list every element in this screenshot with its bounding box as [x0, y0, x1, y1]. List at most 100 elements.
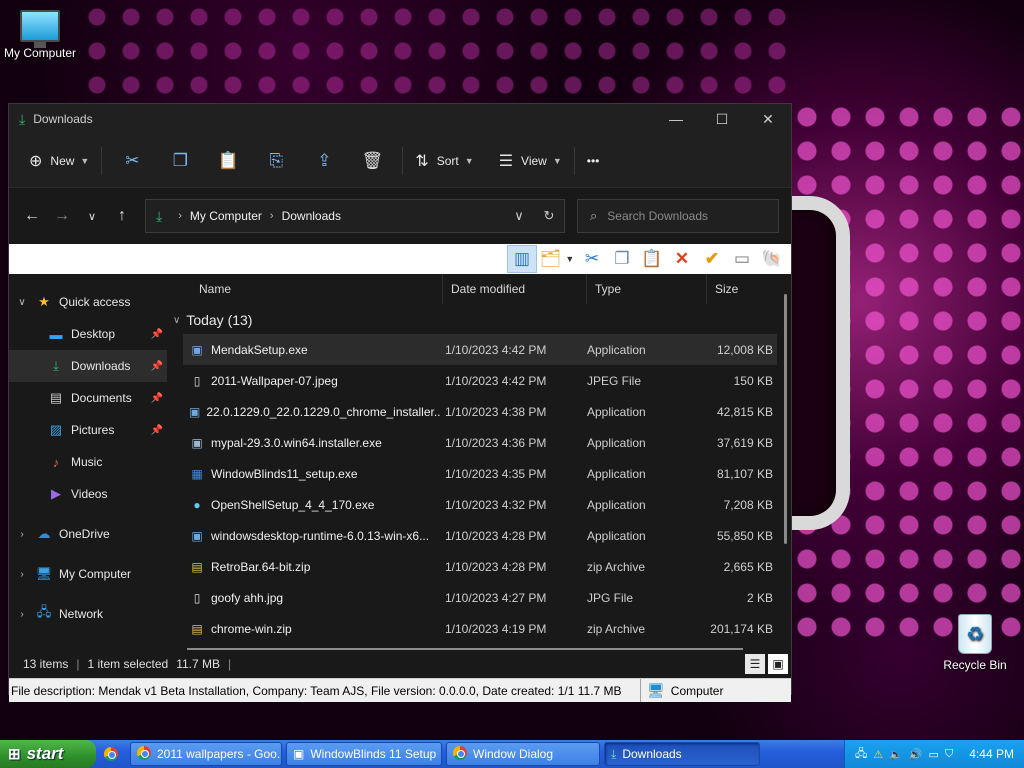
file-row[interactable]: ▤ chrome-win.zip 1/10/2023 4:19 PM zip Ar…	[183, 613, 777, 644]
paste-button[interactable]: 📋	[637, 245, 667, 273]
file-row[interactable]: ● OpenShellSetup_4_4_170.exe 1/10/2023 4:…	[183, 489, 777, 520]
file-row[interactable]: ▯ goofy ahh.jpg 1/10/2023 4:27 PM JPG Fil…	[183, 582, 777, 613]
monitor-icon[interactable]: ▭	[929, 748, 939, 761]
start-button[interactable]: ⊞ start	[0, 740, 96, 768]
shield-icon[interactable]: ⛉	[945, 748, 953, 761]
column-size[interactable]: Size	[707, 274, 783, 304]
nav-videos[interactable]: ▶ Videos	[9, 478, 167, 510]
chevron-right-icon[interactable]: ›	[9, 569, 35, 580]
pin-icon[interactable]: 📌	[151, 393, 163, 404]
share-button[interactable]: ⇪	[300, 144, 348, 178]
quick-launch-chrome[interactable]	[96, 740, 126, 768]
column-type[interactable]: Type	[587, 274, 707, 304]
minimize-button[interactable]: —	[653, 104, 699, 134]
navigation-pane-button[interactable]: ▥	[507, 245, 537, 273]
delete-button[interactable]: ✕	[667, 245, 697, 273]
more-options-button[interactable]: •••	[581, 144, 606, 178]
forward-button[interactable]: →	[47, 201, 77, 231]
copy-button[interactable]: ❐	[156, 144, 204, 178]
nav-music[interactable]: ♪ Music	[9, 446, 167, 478]
horizontal-scrollbar[interactable]	[187, 648, 743, 650]
column-name[interactable]: Name	[167, 274, 443, 304]
file-date: 1/10/2023 4:32 PM	[445, 497, 547, 512]
up-button[interactable]: ↑	[107, 201, 137, 231]
chrome-icon	[137, 745, 151, 760]
pin-icon[interactable]: 📌	[151, 425, 163, 436]
chevron-right-icon[interactable]: ›	[9, 609, 35, 620]
file-row[interactable]: ▤ RetroBar.64-bit.zip 1/10/2023 4:28 PM z…	[183, 551, 777, 582]
breadcrumb-my-computer[interactable]: My Computer	[190, 209, 262, 223]
desktop-icon-my-computer[interactable]: My Computer	[0, 10, 80, 60]
pin-icon[interactable]: 📌	[151, 361, 163, 372]
view-button[interactable]: ☰ View ▼	[493, 144, 568, 178]
title-bar[interactable]: ⤓ Downloads — ☐ ✕	[9, 104, 791, 134]
file-row[interactable]: ▣ MendakSetup.exe 1/10/2023 4:42 PM Appli…	[183, 334, 777, 365]
nav-onedrive[interactable]: › ☁ OneDrive	[9, 518, 167, 550]
nav-network[interactable]: › 🖧 Network	[9, 598, 167, 630]
nav-my-computer[interactable]: › 🖥 My Computer	[9, 558, 167, 590]
paste-button[interactable]: 📋	[204, 144, 252, 178]
folder-options-button[interactable]: 🗂 ▼	[537, 245, 577, 273]
taskbar-button-windowblinds-setup[interactable]: ▣ WindowBlinds 11 Setup	[286, 742, 442, 766]
file-row[interactable]: ▯ 2011-Wallpaper-07.jpeg 1/10/2023 4:42 P…	[183, 365, 777, 396]
clipboard-icon: 📋	[217, 150, 239, 170]
file-row[interactable]: ▦ WindowBlinds11_setup.exe 1/10/2023 4:35…	[183, 458, 777, 489]
nav-downloads[interactable]: ⤓ Downloads 📌	[9, 350, 167, 382]
warning-icon[interactable]: ⚠	[873, 748, 883, 761]
taskbar-button-chrome-wallpapers[interactable]: 2011 wallpapers - Goo...	[130, 742, 282, 766]
maximize-button[interactable]: ☐	[699, 104, 745, 134]
address-dropdown-button[interactable]: ∨	[504, 208, 534, 224]
search-box[interactable]: ⌕	[577, 199, 779, 233]
nav-documents[interactable]: ▤ Documents 📌	[9, 382, 167, 414]
rename-button[interactable]: ⎘	[252, 144, 300, 178]
file-row[interactable]: ▣ mypal-29.3.0.win64.installer.exe 1/10/2…	[183, 427, 777, 458]
wallpaper-frame	[790, 196, 850, 530]
sort-button[interactable]: ⇅ Sort ▼	[409, 144, 479, 178]
nav-quick-access[interactable]: ∨ ★ Quick access	[9, 286, 167, 318]
file-type: JPEG File	[587, 373, 642, 388]
nav-desktop[interactable]: ▬ Desktop 📌	[9, 318, 167, 350]
new-button[interactable]: ⊕ New ▼	[23, 144, 95, 178]
details-view-button[interactable]: ☰	[745, 654, 765, 674]
address-bar[interactable]: ⤓ › My Computer › Downloads ∨ ↻	[145, 199, 565, 233]
tiles-view-button[interactable]: ▣	[768, 654, 788, 674]
file-row[interactable]: ▣ 22.0.1229.0_22.0.1229.0_chrome_installe…	[183, 396, 777, 427]
recent-locations-button[interactable]: ∨	[77, 201, 107, 231]
sort-label: Sort	[436, 153, 459, 168]
breadcrumb-downloads[interactable]: Downloads	[282, 209, 341, 223]
nav-label: OneDrive	[59, 527, 110, 541]
pin-icon[interactable]: 📌	[151, 329, 163, 340]
copy-button[interactable]: ❐	[607, 245, 637, 273]
wallpaper-dots-top	[80, 0, 800, 100]
volume-icon[interactable]: 🔈	[889, 748, 903, 761]
speaker-icon[interactable]: 🔊	[909, 748, 923, 761]
clock[interactable]: 4:44 PM	[969, 747, 1014, 761]
cut-button[interactable]: ✂	[108, 144, 156, 178]
shell-button[interactable]: 🐚	[757, 245, 787, 273]
selection-count: 1 item selected	[87, 657, 169, 671]
close-button[interactable]: ✕	[745, 104, 791, 134]
group-header[interactable]: ∨ Today (13)	[167, 306, 791, 334]
column-date-modified[interactable]: Date modified	[443, 274, 587, 304]
file-row[interactable]: ▣ windowsdesktop-runtime-6.0.13-win-x6...…	[183, 520, 777, 551]
nav-pictures[interactable]: ▨ Pictures 📌	[9, 414, 167, 446]
taskbar-button-downloads[interactable]: ⤓ Downloads	[604, 742, 760, 766]
chevron-right-icon[interactable]: ›	[9, 529, 35, 540]
cut-button[interactable]: ✂	[577, 245, 607, 273]
search-input[interactable]	[607, 209, 758, 223]
arrow-right-icon: →	[54, 207, 70, 224]
taskbar-button-window-dialog[interactable]: Window Dialog	[446, 742, 600, 766]
status-bar: 13 items | 1 item selected 11.7 MB | ☰ ▣	[9, 650, 791, 678]
music-icon: ♪	[52, 454, 60, 470]
vertical-scrollbar[interactable]	[784, 294, 787, 544]
delete-button[interactable]: 🗑	[348, 144, 396, 178]
back-button[interactable]: ←	[17, 201, 47, 231]
properties-button[interactable]: ✔	[697, 245, 727, 273]
desktop-icon-recycle-bin[interactable]: ♻ Recycle Bin	[935, 614, 1015, 672]
refresh-button[interactable]: ↻	[534, 208, 564, 224]
chevron-right-icon: ›	[269, 210, 274, 222]
network-icon[interactable]: 🖧	[855, 745, 867, 764]
rename-button[interactable]: ▭	[727, 245, 757, 273]
command-bar: ⊕ New ▼ ✂ ❐ 📋 ⎘ ⇪ 🗑 ⇅ Sort ▼ ☰ View ▼ ••…	[9, 134, 791, 188]
document-icon: ▤	[49, 390, 63, 405]
